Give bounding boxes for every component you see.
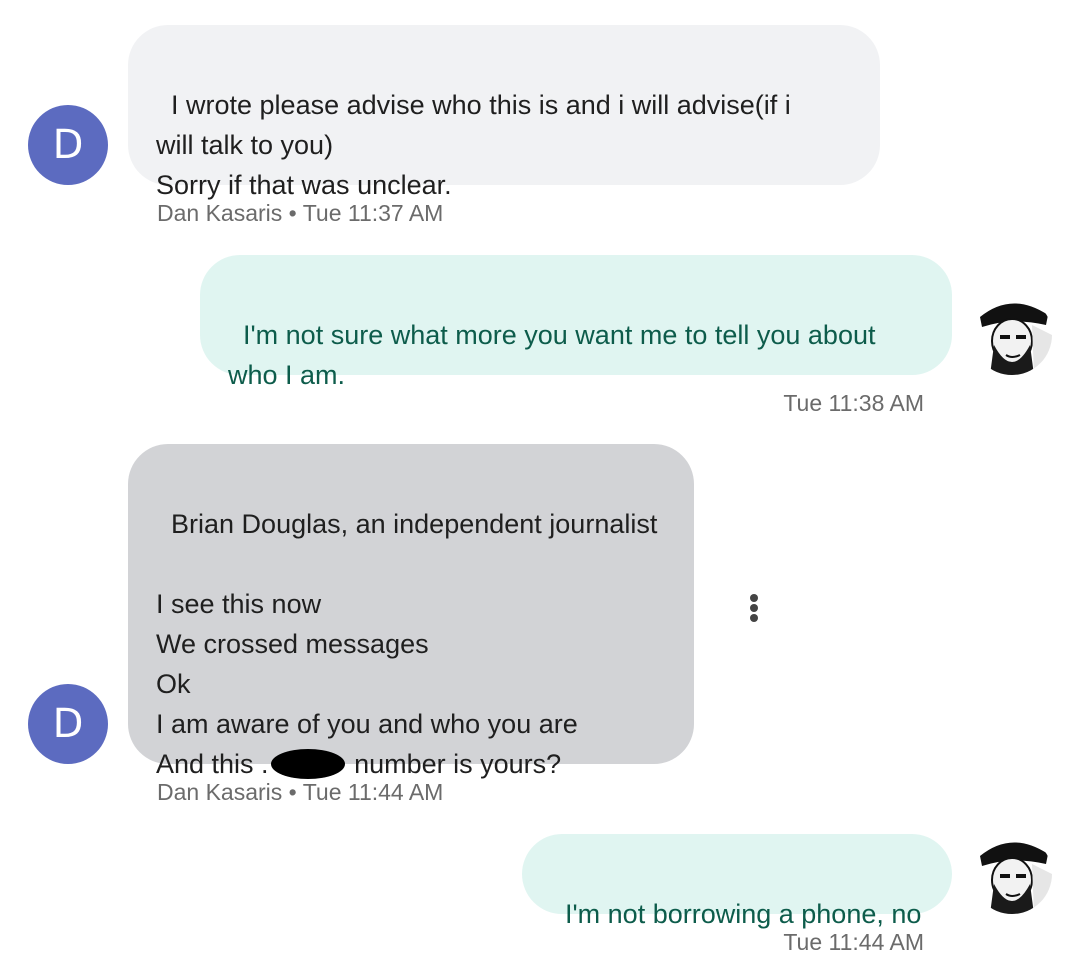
message-bubble-outgoing[interactable]: I'm not sure what more you want me to te… <box>200 255 952 390</box>
message-meta: Tue 11:44 AM <box>783 929 924 956</box>
message-text: I'm not borrowing a phone, no <box>565 899 922 929</box>
message-timestamp: Tue 11:37 AM <box>302 200 444 226</box>
sender-name: Dan Kasaris <box>157 779 283 805</box>
message-timestamp: Tue 11:44 AM <box>783 929 924 955</box>
meta-separator: • <box>282 200 303 226</box>
sender-avatar[interactable]: D <box>28 684 108 764</box>
message-meta: Tue 11:38 AM <box>783 390 924 417</box>
message-timestamp: Tue 11:38 AM <box>783 390 924 416</box>
message-text-continued: number is yours? <box>346 749 562 779</box>
user-avatar-icon[interactable] <box>972 834 1052 914</box>
message-text: I wrote please advise who this is and i … <box>156 90 791 200</box>
message-bubble-incoming-selected[interactable]: Brian Douglas, an independent journalist… <box>128 444 694 779</box>
sender-avatar[interactable]: D <box>28 105 108 185</box>
user-avatar-icon[interactable] <box>972 295 1052 375</box>
sender-name: Dan Kasaris <box>157 200 283 226</box>
message-timestamp: Tue 11:44 AM <box>302 779 444 805</box>
message-bubble-outgoing[interactable]: I'm not borrowing a phone, no <box>522 834 952 929</box>
meta-separator: • <box>282 779 303 805</box>
message-text: I'm not sure what more you want me to te… <box>228 320 876 390</box>
more-vertical-icon[interactable] <box>738 586 770 626</box>
message-meta: Dan Kasaris • Tue 11:44 AM <box>157 779 443 806</box>
message-bubble-incoming[interactable]: I wrote please advise who this is and i … <box>128 25 880 200</box>
message-text: Brian Douglas, an independent journalist… <box>156 509 658 779</box>
redaction-mark <box>270 749 345 779</box>
message-meta: Dan Kasaris • Tue 11:37 AM <box>157 200 443 227</box>
